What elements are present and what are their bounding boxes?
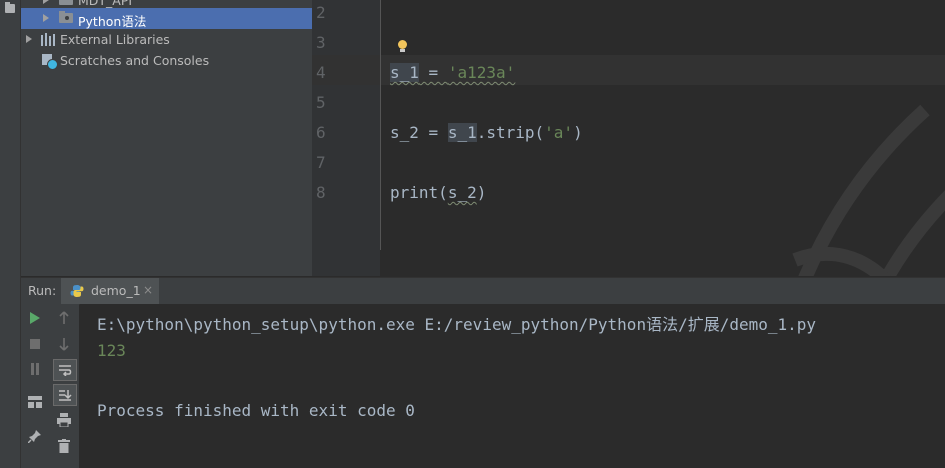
stop-icon	[30, 339, 40, 349]
console-exit-message: Process finished with exit code 0	[97, 401, 415, 420]
library-icon	[41, 33, 57, 46]
layout-button[interactable]	[26, 393, 44, 411]
code-variable: s_2	[390, 123, 419, 142]
code-method: .strip(	[476, 123, 545, 142]
run-toolbar	[21, 304, 79, 468]
tree-item-label: Scratches and Consoles	[60, 53, 210, 68]
code-paren: (	[438, 183, 448, 202]
print-button[interactable]	[55, 411, 73, 429]
code-string: 'a123a'	[447, 63, 516, 82]
close-tab-icon[interactable]: ×	[143, 283, 153, 297]
rerun-button[interactable]	[26, 309, 44, 327]
tree-item-label: External Libraries	[60, 32, 170, 47]
clear-all-button[interactable]	[55, 437, 73, 455]
scroll-up-button[interactable]	[55, 309, 73, 327]
code-editor[interactable]: 2 3 4 5 6 7 8 s_1 = 'a123a' s_2 = s_1.st…	[312, 0, 945, 276]
folder-icon	[59, 0, 73, 5]
tree-item-python-syntax[interactable]: Python语法	[21, 8, 312, 29]
background-logo-icon	[792, 104, 945, 276]
scroll-end-icon	[59, 390, 72, 401]
code-variable: s_2	[447, 183, 477, 202]
scroll-to-end-button[interactable]	[53, 384, 77, 406]
code-string: 'a'	[544, 123, 574, 142]
code-function: print	[390, 183, 439, 202]
soft-wrap-icon	[59, 365, 72, 376]
line-number: 3	[316, 33, 326, 52]
expand-arrow-icon[interactable]	[43, 14, 49, 22]
print-icon	[57, 413, 71, 427]
console-output-line: 123	[97, 341, 126, 360]
tree-item-label: MDT_API	[78, 0, 133, 8]
code-variable-ref: s_1	[447, 123, 477, 142]
pin-tab-button[interactable]	[26, 427, 44, 445]
scratches-icon	[42, 54, 58, 70]
trash-icon	[58, 439, 70, 453]
layout-icon	[28, 396, 42, 408]
pause-button[interactable]	[26, 360, 44, 378]
stop-button[interactable]	[26, 335, 44, 353]
soft-wrap-button[interactable]	[53, 359, 77, 381]
project-tree: MDT_API Python语法 External Libraries Scra…	[21, 0, 313, 276]
python-icon	[70, 285, 84, 297]
arrow-down-icon	[59, 338, 69, 351]
tool-window-strip	[0, 0, 21, 468]
line-number: 8	[316, 183, 326, 202]
expand-arrow-icon[interactable]	[26, 35, 32, 43]
console-command-line: E:\python\python_setup\python.exe E:/rev…	[97, 315, 817, 334]
package-folder-icon	[59, 11, 73, 23]
run-panel-header: Run: demo_1 ×	[21, 277, 945, 305]
tree-item-label: Python语法	[78, 14, 147, 29]
line-number: 5	[316, 93, 326, 112]
code-variable: s_1	[390, 63, 419, 82]
pause-icon	[31, 363, 39, 375]
line-number: 2	[316, 3, 326, 22]
lightbulb-icon[interactable]	[398, 40, 407, 52]
gutter-separator	[380, 0, 381, 250]
line-number: 6	[316, 123, 326, 142]
scroll-down-button[interactable]	[55, 335, 73, 353]
code-paren: )	[573, 123, 583, 142]
code-operator: =	[418, 123, 448, 142]
line-number: 4	[316, 63, 326, 82]
tree-item-scratches[interactable]: Scratches and Consoles	[21, 50, 312, 71]
pin-icon	[28, 430, 41, 443]
run-tab-label: demo_1	[91, 283, 141, 298]
run-console[interactable]: E:\python\python_setup\python.exe E:/rev…	[80, 304, 945, 468]
line-number: 7	[316, 153, 326, 172]
tree-item-external-libraries[interactable]: External Libraries	[21, 29, 312, 50]
arrow-up-icon	[59, 311, 69, 324]
expand-arrow-icon[interactable]	[43, 0, 49, 4]
run-tab-demo-1[interactable]: demo_1 ×	[61, 278, 159, 304]
run-label: Run:	[28, 283, 57, 298]
code-paren: )	[476, 183, 487, 202]
play-icon	[30, 312, 40, 324]
code-line-4: s_1 = 'a123a'	[390, 63, 515, 82]
code-line-8: print(s_2)	[390, 183, 486, 202]
project-folder-icon[interactable]	[5, 2, 15, 13]
code-operator: =	[418, 63, 448, 82]
code-line-6: s_2 = s_1.strip('a')	[390, 123, 583, 142]
